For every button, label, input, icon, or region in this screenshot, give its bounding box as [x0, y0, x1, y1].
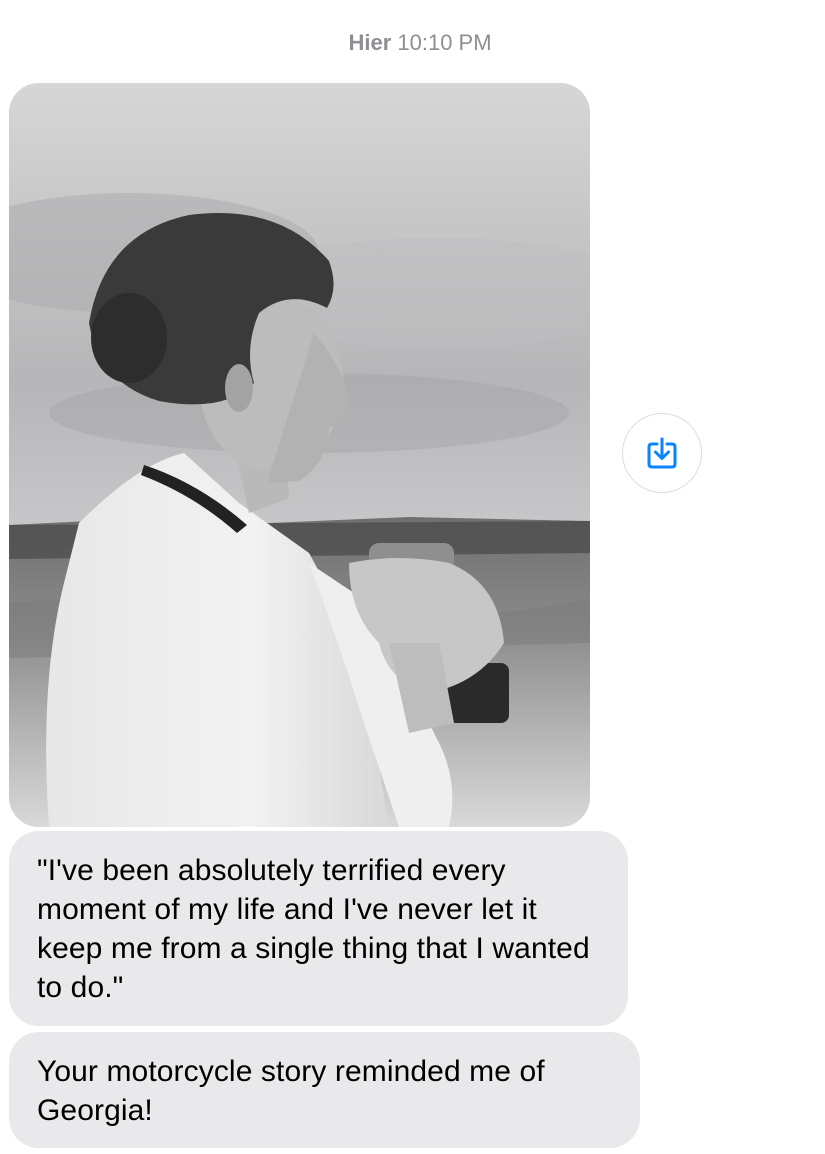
message-timestamp: Hier 10:10 PM: [0, 30, 825, 56]
square-arrow-down-icon: [647, 437, 677, 469]
timestamp-time: 10:10 PM: [397, 30, 492, 55]
message-bubble-quote[interactable]: "I've been absolutely terrified every mo…: [9, 831, 628, 1026]
message-text: "I've been absolutely terrified every mo…: [37, 854, 590, 1004]
timestamp-day: Hier: [348, 30, 392, 55]
photo-image: [9, 83, 590, 827]
photo-message[interactable]: [9, 83, 590, 827]
save-photo-button[interactable]: [622, 413, 702, 493]
message-text: Your motorcycle story reminded me of Geo…: [37, 1055, 545, 1127]
message-bubble-reply[interactable]: Your motorcycle story reminded me of Geo…: [9, 1032, 640, 1148]
